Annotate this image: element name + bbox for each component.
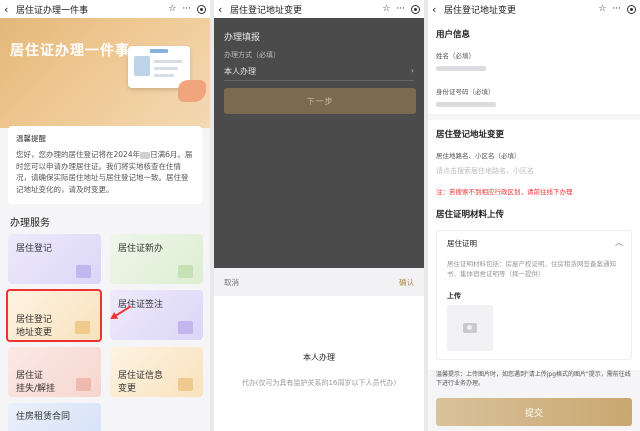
service-tile-endorsement[interactable]: 居住证签注 [110,290,203,340]
service-tile-rental-contract[interactable]: 住房租赁合同 [8,403,101,431]
topbar-title: 居住证办理一件事 [16,5,89,16]
proof-title: 居住证明 [447,239,477,248]
hand-illustration-icon [178,80,206,102]
picker-toolbar: 取消 确认 [214,268,424,296]
record-icon[interactable] [411,4,420,14]
back-icon[interactable]: ‹ [218,3,226,16]
topbar-title: 居住登记地址变更 [230,5,303,16]
screens: ‹ 居住证办理一件事 ☆ ··· 居住证办理一件事 温馨提醒 您好，您办理的居住… [0,0,640,431]
upload-tip: 温馨提示：上传图片时，如您遇到"请上传jpg格式的图片"提示，需前往线下进行业务… [436,371,631,387]
picker-option-self[interactable]: 本人办理 [214,352,424,363]
phone-method-picker: ‹ 居住登记地址变更 ☆ ··· 办理填报 办理方式（必填） 本人办理 › 下一… [214,0,424,431]
back-icon[interactable]: ‹ [4,3,12,16]
edit-icon [178,378,193,391]
picker-options: 本人办理 代办(仅可为具有监护关系的16周岁以下人员代办) [214,296,424,431]
tile-label: 居住登记 地址变更 [16,314,53,339]
chevron-right-icon: › [410,66,414,75]
cancel-button[interactable]: 取消 [224,277,239,288]
chevron-up-icon[interactable]: ︿ [615,237,623,248]
id-value-redacted [436,102,496,107]
name-value-redacted [436,66,486,71]
pen-icon [178,321,193,334]
upload-section-title: 居住证明材料上传 [436,210,505,220]
location-icon [75,321,90,334]
more-icon[interactable]: ··· [396,4,405,14]
notice-body: 您好，您办理的居住登记将在2024年 日满6月。届时您可以申请办理居住证。我们将实… [16,150,193,194]
star-icon[interactable]: ☆ [168,4,176,14]
proof-description: 居住证明材料包括：房屋产权证明、住房租赁网签备案通知书、集体宿舍证明等（择一提供… [447,260,616,279]
notice-card: 温馨提醒 您好，您办理的居住登记将在2024年 日满6月。届时您可以申请办理居住证… [8,126,202,204]
service-tile-residence-registration[interactable]: 居住登记 [8,234,101,284]
record-icon[interactable] [627,4,636,14]
confirm-button[interactable]: 确认 [399,277,414,288]
address-search-input[interactable]: 请点击搜索居住地路名、小区名 [436,166,534,176]
form-title: 办理填报 [224,33,261,43]
camera-icon [463,323,477,333]
upload-label: 上传 [447,292,461,300]
id-label: 身份证号码（必填） [436,88,495,96]
tile-label: 居住证信息 变更 [118,370,164,395]
lock-icon [76,378,91,391]
document-icon [76,265,91,278]
method-label: 办理方式（必填） [224,51,280,59]
service-tile-info-change[interactable]: 居住证信息 变更 [110,347,203,397]
hero-title: 居住证办理一件事 [10,43,130,59]
tile-label: 居住证新办 [118,244,164,254]
address-warning: 注：若搜索不到相应行政区划，请前往线下办理 [436,188,573,196]
divider [224,80,414,81]
next-button[interactable]: 下一步 [224,88,416,114]
user-section-title: 用户信息 [436,30,471,40]
service-tile-new-permit[interactable]: 居住证新办 [110,234,203,284]
star-icon[interactable]: ☆ [598,4,606,14]
notice-title: 温馨提醒 [16,134,46,143]
address-section-title: 居住登记地址变更 [436,130,505,140]
dimmed-form: 办理填报 办理方式（必填） 本人办理 › 下一步 [214,18,424,268]
topbar: ‹ 居住登记地址变更 ☆ ··· [428,0,640,18]
record-icon[interactable] [197,4,206,14]
method-value[interactable]: 本人办理 [224,66,256,77]
image-upload-button[interactable] [447,305,493,351]
tile-label: 居住登记 [16,244,53,254]
tile-label: 住房租赁合同 [16,412,71,422]
service-tile-address-change[interactable]: 居住登记 地址变更 [6,289,102,342]
topbar-title: 居住登记地址变更 [444,5,517,16]
service-tile-report-loss[interactable]: 居住证 挂失/解挂 [8,347,101,397]
picker-sheet: 取消 确认 本人办理 代办(仅可为具有监护关系的16周岁以下人员代办) [214,268,424,431]
address-label: 居住地路名、小区名（必填） [436,152,521,160]
topbar: ‹ 居住证办理一件事 ☆ ··· [0,0,210,18]
section-title: 办理服务 [10,218,50,229]
phone-service-home: ‹ 居住证办理一件事 ☆ ··· 居住证办理一件事 温馨提醒 您好，您办理的居住… [0,0,210,431]
name-label: 姓名（必填） [436,52,475,60]
card-icon [178,265,193,278]
picker-option-agent[interactable]: 代办(仅可为具有监护关系的16周岁以下人员代办) [214,378,424,388]
back-icon[interactable]: ‹ [432,3,440,16]
tile-label: 居住证 挂失/解挂 [16,370,56,395]
hero-banner: 居住证办理一件事 [0,18,210,128]
more-icon[interactable]: ··· [182,4,191,14]
topbar: ‹ 居住登记地址变更 ☆ ··· [214,0,424,18]
submit-button[interactable]: 提交 [436,398,632,426]
star-icon[interactable]: ☆ [382,4,390,14]
proof-card: 居住证明 ︿ 居住证明材料包括：房屋产权证明、住房租赁网签备案通知书、集体宿舍证… [436,230,632,360]
phone-address-form: ‹ 居住登记地址变更 ☆ ··· 用户信息 姓名（必填） 身份证号码（必填） 居… [428,0,640,431]
more-icon[interactable]: ··· [612,4,621,14]
redacted-date [140,151,151,159]
